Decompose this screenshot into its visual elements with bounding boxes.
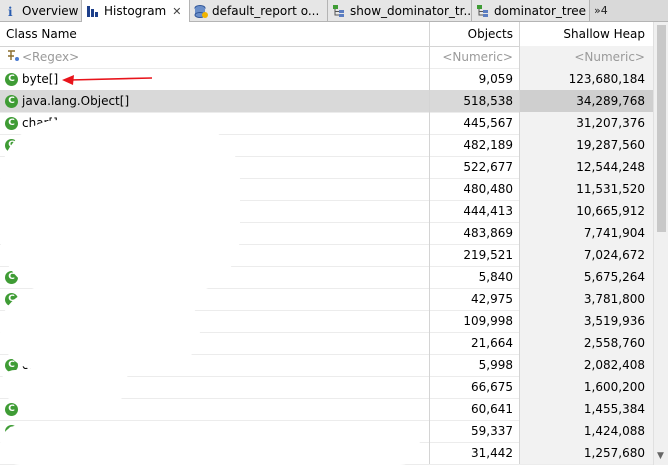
redaction-overlay [0,370,130,400]
tab-histogram-label: Histogram [104,4,167,18]
shallow-heap-cell: 123,680,184 [520,68,653,90]
objects-cell: 444,413 [430,200,520,222]
redaction-overlay [0,290,200,370]
scroll-down-icon[interactable]: ▼ [657,451,664,461]
histogram-icon [86,4,100,18]
shallow-heap-cell: 3,519,936 [520,310,653,332]
tab-show-dominator-tree-label: show_dominator_tr... [350,3,472,18]
redaction-overlay [0,425,420,465]
shallow-heap-cell: 7,024,672 [520,244,653,266]
more-tabs-button[interactable]: »4 [590,0,612,21]
tab-dominator-tree-label: dominator_tree [494,3,587,18]
objects-filter-input[interactable]: <Numeric> [430,46,520,68]
shallow-heap-cell: 1,455,384 [520,398,653,420]
class-name-label: java.lang.Object[] [22,94,130,108]
shallow-heap-cell: 5,675,264 [520,266,653,288]
shallow-heap-cell: 31,207,376 [520,112,653,134]
dominator-tree-icon [332,4,346,18]
class-icon: C [5,117,18,130]
objects-cell: 445,567 [430,112,520,134]
objects-cell: 42,975 [430,288,520,310]
column-header-class-name[interactable]: Class Name [0,22,430,46]
shallow-heap-cell: 10,665,912 [520,200,653,222]
objects-cell: 66,675 [430,376,520,398]
objects-cell: 31,442 [430,442,520,464]
shallow-heap-cell: 34,289,768 [520,90,653,112]
objects-cell: 483,869 [430,222,520,244]
filter-row: <Regex> <Numeric> <Numeric> [0,46,653,69]
objects-cell: 518,538 [430,90,520,112]
shallow-heap-cell: 1,600,200 [520,376,653,398]
annotation-arrow [62,75,153,85]
shallow-heap-cell: 12,544,248 [520,156,653,178]
tab-dominator-tree[interactable]: dominator_tree [472,0,590,21]
class-name-cell: C [0,398,430,420]
column-header-objects[interactable]: Objects [430,22,520,46]
class-name-label: byte[] [22,72,59,86]
class-icon: C [5,73,18,86]
shallow-heap-cell: 3,781,800 [520,288,653,310]
objects-cell: 5,998 [430,354,520,376]
table-row[interactable]: C 60,641 1,455,384 [0,398,653,421]
objects-cell: 109,998 [430,310,520,332]
tab-default-report-label: default_report o... [212,3,320,18]
shallow-heap-filter-input[interactable]: <Numeric> [520,46,653,68]
class-icon: C [5,95,18,108]
scrollbar-thumb[interactable] [657,25,666,232]
objects-cell: 60,641 [430,398,520,420]
dominator-tree-icon [476,4,490,18]
shallow-heap-cell: 2,082,408 [520,354,653,376]
redaction-overlay [0,120,240,295]
tab-histogram[interactable]: Histogram ✕ [82,0,190,22]
shallow-heap-cell: 2,558,760 [520,332,653,354]
report-icon [194,4,208,18]
class-icon: C [5,403,18,416]
info-icon: i [4,4,18,19]
objects-cell: 59,337 [430,420,520,442]
shallow-heap-cell: 11,531,520 [520,178,653,200]
table-header: Class Name Objects Shallow Heap [0,22,653,47]
objects-cell: 219,521 [430,244,520,266]
close-icon[interactable]: ✕ [172,5,181,18]
regex-filter-icon [6,47,20,69]
shallow-heap-cell: 19,287,560 [520,134,653,156]
tab-overview[interactable]: i Overview [0,0,82,21]
tab-show-dominator-tree[interactable]: show_dominator_tr... [328,0,472,21]
class-name-cell: Cjava.lang.Object[] [0,90,430,112]
objects-cell: 522,677 [430,156,520,178]
objects-cell: 482,189 [430,134,520,156]
objects-cell: 9,059 [430,68,520,90]
regex-filter-input[interactable]: <Regex> [22,50,79,64]
vertical-scrollbar[interactable]: ▼ [653,22,668,465]
shallow-heap-cell: 1,424,088 [520,420,653,442]
tab-overview-label: Overview [22,3,79,18]
objects-cell: 480,480 [430,178,520,200]
tab-default-report[interactable]: default_report o... [190,0,328,21]
editor-tab-bar: i Overview Histogram ✕ default_report o.… [0,0,668,22]
svg-text:i: i [8,5,13,18]
shallow-heap-cell: 7,741,904 [520,222,653,244]
regex-filter-cell[interactable]: <Regex> [0,46,430,68]
table-row[interactable]: Cjava.lang.Object[] 518,538 34,289,768 [0,90,653,113]
objects-cell: 21,664 [430,332,520,354]
column-header-shallow-heap[interactable]: Shallow Heap [520,22,653,46]
objects-cell: 5,840 [430,266,520,288]
shallow-heap-cell: 1,257,680 [520,442,653,464]
